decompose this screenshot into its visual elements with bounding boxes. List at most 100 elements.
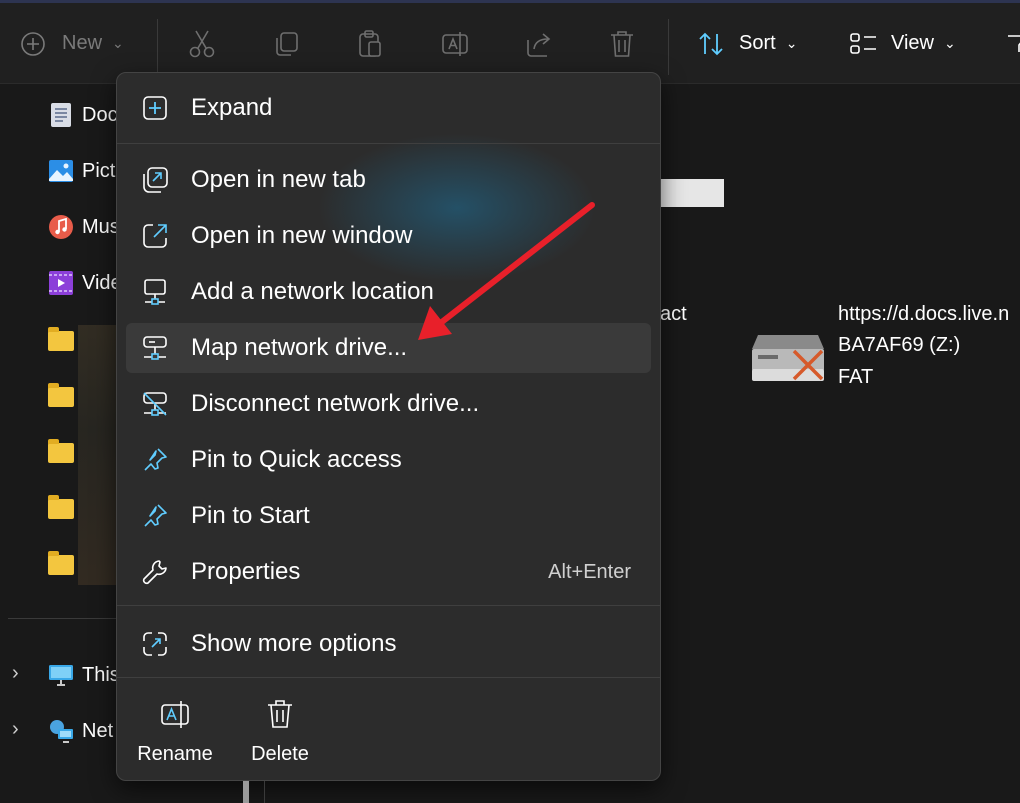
menu-item-label: Pin to Quick access: [191, 446, 402, 473]
sidebar-item-label: Net: [82, 719, 114, 742]
sidebar-item-music[interactable]: Mus: [48, 212, 120, 242]
network-icon: [48, 718, 74, 744]
menu-separator: [117, 677, 660, 678]
menu-item-label: Pin to Start: [191, 502, 310, 529]
menu-item-open-new-window[interactable]: Open in new window: [126, 211, 651, 261]
menu-item-label: Disconnect network drive...: [191, 390, 480, 417]
sidebar-folder[interactable]: [48, 494, 82, 524]
delete-icon: [263, 697, 297, 731]
menu-item-open-new-tab[interactable]: Open in new tab: [126, 155, 651, 205]
wrench-icon: [140, 557, 170, 587]
delete-button[interactable]: Delete: [230, 693, 330, 773]
view-label: View: [891, 32, 934, 54]
rename-icon: [158, 697, 192, 731]
rename-label: Rename: [137, 743, 213, 765]
menu-item-label: Map network drive...: [191, 334, 408, 361]
disconnect-drive-icon: [140, 389, 170, 419]
rename-text-field[interactable]: [660, 179, 724, 207]
menu-item-properties[interactable]: Properties Alt+Enter: [126, 547, 651, 597]
context-menu: Expand Open in new tab Open in new windo…: [116, 72, 661, 781]
new-label: New: [62, 32, 103, 54]
menu-item-pin-quick-access[interactable]: Pin to Quick access: [126, 435, 651, 485]
new-window-icon: [140, 221, 170, 251]
filter-button[interactable]: [1006, 3, 1020, 84]
menu-item-add-network-location[interactable]: Add a network location: [126, 267, 651, 317]
new-button[interactable]: New ⌄: [20, 3, 124, 84]
item-label-partial: act: [660, 303, 687, 325]
copy-icon: [272, 30, 300, 58]
documents-icon: [48, 102, 74, 128]
shortcut-label: Alt+Enter: [548, 560, 631, 583]
share-icon: [524, 30, 554, 58]
folder-icon: [48, 495, 74, 522]
disconnected-drive-icon[interactable]: [750, 325, 830, 387]
chevron-down-icon: ⌄: [944, 35, 956, 51]
sidebar-item-label: This: [82, 663, 120, 686]
scrollbar-divider: [264, 781, 265, 803]
navigation-pane: Doc Pict Mus Vide › This › Net: [0, 85, 122, 803]
menu-item-expand[interactable]: Expand: [126, 83, 651, 133]
sidebar-item-label: Mus: [82, 215, 120, 238]
chevron-down-icon: ⌄: [112, 35, 124, 51]
trash-icon: [608, 29, 636, 59]
blurred-region: [78, 325, 118, 585]
sidebar-item-label: Doc: [82, 103, 118, 126]
pictures-icon: [48, 158, 74, 184]
folder-icon: [48, 383, 74, 410]
clipboard-icon: [356, 29, 384, 59]
sidebar-item-this-pc[interactable]: This: [48, 660, 120, 690]
plus-circle-icon: [20, 31, 46, 57]
scissors-icon: [188, 29, 216, 59]
scrollbar-thumb[interactable]: [243, 781, 249, 803]
rename-button[interactable]: Rename: [125, 693, 225, 773]
new-tab-icon: [140, 165, 170, 195]
this-pc-icon: [48, 662, 74, 688]
sort-arrows-icon: [697, 30, 727, 58]
toolbar-divider: [157, 19, 158, 75]
chevron-down-icon: ⌄: [785, 35, 798, 51]
chevron-right-icon[interactable]: ›: [12, 718, 19, 741]
expand-icon: [140, 93, 170, 123]
menu-separator: [117, 605, 660, 606]
menu-item-label: Open in new tab: [191, 166, 366, 193]
folder-icon: [48, 551, 74, 578]
menu-item-label: Open in new window: [191, 222, 413, 249]
sidebar-folder[interactable]: [48, 438, 82, 468]
sidebar-item-videos[interactable]: Vide: [48, 268, 122, 298]
sidebar-item-pictures[interactable]: Pict: [48, 156, 115, 186]
menu-item-map-network-drive[interactable]: Map network drive...: [126, 323, 651, 373]
sidebar-divider: [8, 618, 118, 619]
sidebar-item-network[interactable]: Net: [48, 716, 113, 746]
drive-name-line2: BA7AF69 (Z:): [838, 334, 961, 356]
sidebar-folder[interactable]: [48, 326, 82, 356]
filter-icon: [1006, 32, 1020, 56]
folder-icon: [48, 439, 74, 466]
menu-item-label: Show more options: [191, 630, 397, 657]
menu-item-label: Expand: [191, 94, 273, 121]
drive-name-line1: https://d.docs.live.n: [838, 303, 1010, 325]
map-drive-icon: [140, 333, 170, 363]
menu-separator: [117, 143, 660, 144]
toolbar-divider: [668, 19, 669, 75]
menu-item-show-more-options[interactable]: Show more options: [126, 619, 651, 669]
sidebar-folder[interactable]: [48, 382, 82, 412]
menu-item-label: Properties: [191, 558, 301, 585]
drive-filesystem: FAT: [838, 366, 874, 388]
sort-label: Sort: [739, 32, 776, 54]
network-location-icon: [140, 277, 170, 307]
sidebar-folder[interactable]: [48, 550, 82, 580]
more-options-icon: [140, 629, 170, 659]
pin-icon: [140, 501, 170, 531]
menu-item-pin-to-start[interactable]: Pin to Start: [126, 491, 651, 541]
music-icon: [48, 214, 74, 240]
chevron-right-icon[interactable]: ›: [12, 662, 19, 685]
view-layout-icon: [849, 31, 879, 57]
menu-item-label: Add a network location: [191, 278, 434, 305]
sidebar-item-documents[interactable]: Doc: [48, 100, 118, 130]
menu-item-disconnect-network-drive[interactable]: Disconnect network drive...: [126, 379, 651, 429]
sort-button[interactable]: Sort ⌄: [697, 3, 797, 84]
delete-label: Delete: [251, 743, 309, 765]
videos-icon: [48, 270, 74, 296]
view-button[interactable]: View ⌄: [849, 3, 956, 84]
pin-icon: [140, 445, 170, 475]
